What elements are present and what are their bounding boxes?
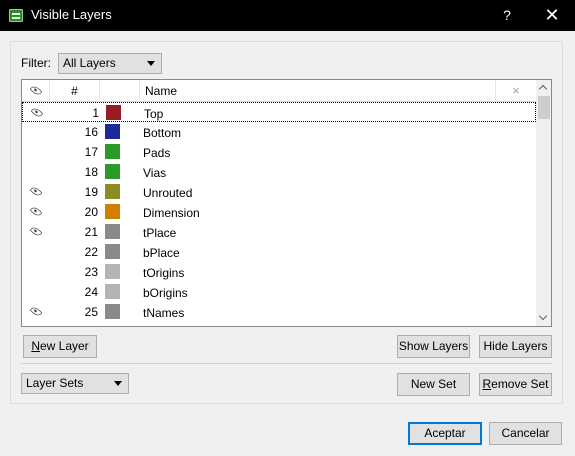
ok-button[interactable]: Aceptar xyxy=(408,422,482,445)
column-color[interactable] xyxy=(100,80,140,102)
divider xyxy=(21,363,552,364)
layer-color-swatch[interactable] xyxy=(105,184,120,199)
layer-name: Vias xyxy=(143,166,167,180)
layer-name: Top xyxy=(144,107,164,121)
filter-combo[interactable]: All Layers xyxy=(58,53,162,74)
layer-number: 19 xyxy=(84,185,98,199)
layer-number: 22 xyxy=(84,245,98,259)
title-bar: Visible Layers ? ✕ xyxy=(0,0,575,31)
layer-number: 23 xyxy=(84,265,98,279)
layer-number: 20 xyxy=(84,205,98,219)
table-row[interactable]: 18 Vias xyxy=(22,162,536,182)
chevron-down-icon xyxy=(147,61,155,66)
column-number[interactable]: # xyxy=(50,80,100,102)
layer-color-swatch[interactable] xyxy=(105,284,120,299)
layer-name: Bottom xyxy=(143,126,182,140)
table-row[interactable]: 20 Dimension xyxy=(22,202,536,222)
table-header: # Name × xyxy=(22,80,536,102)
eye-icon[interactable] xyxy=(29,225,43,238)
layer-name: bPlace xyxy=(143,246,180,260)
layer-number: 24 xyxy=(84,285,98,299)
window-title: Visible Layers xyxy=(31,7,112,22)
scroll-up-icon[interactable] xyxy=(536,80,551,96)
eye-icon[interactable] xyxy=(29,205,43,218)
close-button[interactable]: ✕ xyxy=(529,0,575,31)
chevron-down-icon xyxy=(114,381,122,386)
layer-color-swatch[interactable] xyxy=(105,124,120,139)
layer-color-swatch[interactable] xyxy=(105,224,120,239)
scrollbar-thumb[interactable] xyxy=(538,96,550,119)
clear-filter-icon[interactable]: × xyxy=(496,80,536,102)
layer-number: 18 xyxy=(84,165,98,179)
layer-number: 25 xyxy=(84,305,98,319)
layer-name: Unrouted xyxy=(143,186,193,200)
layer-name: tNames xyxy=(143,306,185,320)
layer-color-swatch[interactable] xyxy=(105,264,120,279)
layer-sets-value: Layer Sets xyxy=(26,376,84,390)
hide-layers-button[interactable]: Hide Layers xyxy=(479,335,552,358)
table-row[interactable]: 21 tPlace xyxy=(22,222,536,242)
table-row[interactable]: 19 Unrouted xyxy=(22,182,536,202)
vertical-scrollbar[interactable] xyxy=(536,80,551,326)
table-row[interactable]: 17 Pads xyxy=(22,142,536,162)
layers-table: # Name × 1 Top 16 Bottom 17 Pads 18 Vias 19 Unrou… xyxy=(21,79,552,327)
filter-label: Filter: xyxy=(21,56,51,70)
layer-name: tPlace xyxy=(143,226,177,240)
layer-color-swatch[interactable] xyxy=(105,304,120,319)
layer-number: 16 xyxy=(84,125,98,139)
layer-color-swatch[interactable] xyxy=(106,105,121,120)
table-row[interactable]: 25 tNames xyxy=(22,302,536,322)
table-row[interactable]: 24 bOrigins xyxy=(22,282,536,302)
new-set-button[interactable]: New Set xyxy=(397,373,470,396)
table-row[interactable]: 1 Top xyxy=(22,102,536,122)
table-body: 1 Top 16 Bottom 17 Pads 18 Vias 19 Unrouted 20 Dime… xyxy=(22,102,536,326)
layer-color-swatch[interactable] xyxy=(105,244,120,259)
layer-color-swatch[interactable] xyxy=(105,144,120,159)
app-icon xyxy=(9,9,23,22)
eye-icon[interactable] xyxy=(29,305,43,318)
cancel-button[interactable]: Cancelar xyxy=(489,422,562,445)
layer-color-swatch[interactable] xyxy=(105,204,120,219)
show-layers-button[interactable]: Show Layers xyxy=(397,335,470,358)
column-name[interactable]: Name xyxy=(140,80,496,102)
eye-icon[interactable] xyxy=(29,185,43,198)
layer-name: Pads xyxy=(143,146,171,160)
new-layer-button[interactable]: New Layer xyxy=(23,335,97,358)
layer-number: 1 xyxy=(92,106,99,120)
help-button[interactable]: ? xyxy=(484,0,530,31)
column-visible[interactable] xyxy=(22,80,50,102)
scroll-down-icon[interactable] xyxy=(536,310,551,326)
layer-name: Dimension xyxy=(143,206,200,220)
layer-number: 17 xyxy=(84,145,98,159)
table-row[interactable]: 22 bPlace xyxy=(22,242,536,262)
layer-name: bOrigins xyxy=(143,286,188,300)
remove-set-button[interactable]: Remove Set xyxy=(479,373,552,396)
table-row[interactable]: 23 tOrigins xyxy=(22,262,536,282)
layer-sets-combo[interactable]: Layer Sets xyxy=(21,373,129,394)
table-row[interactable]: 16 Bottom xyxy=(22,122,536,142)
layer-name: tOrigins xyxy=(143,266,185,280)
filter-value: All Layers xyxy=(63,56,116,70)
layer-number: 21 xyxy=(84,225,98,239)
eye-icon xyxy=(29,84,43,97)
layer-color-swatch[interactable] xyxy=(105,164,120,179)
eye-icon[interactable] xyxy=(30,106,44,119)
